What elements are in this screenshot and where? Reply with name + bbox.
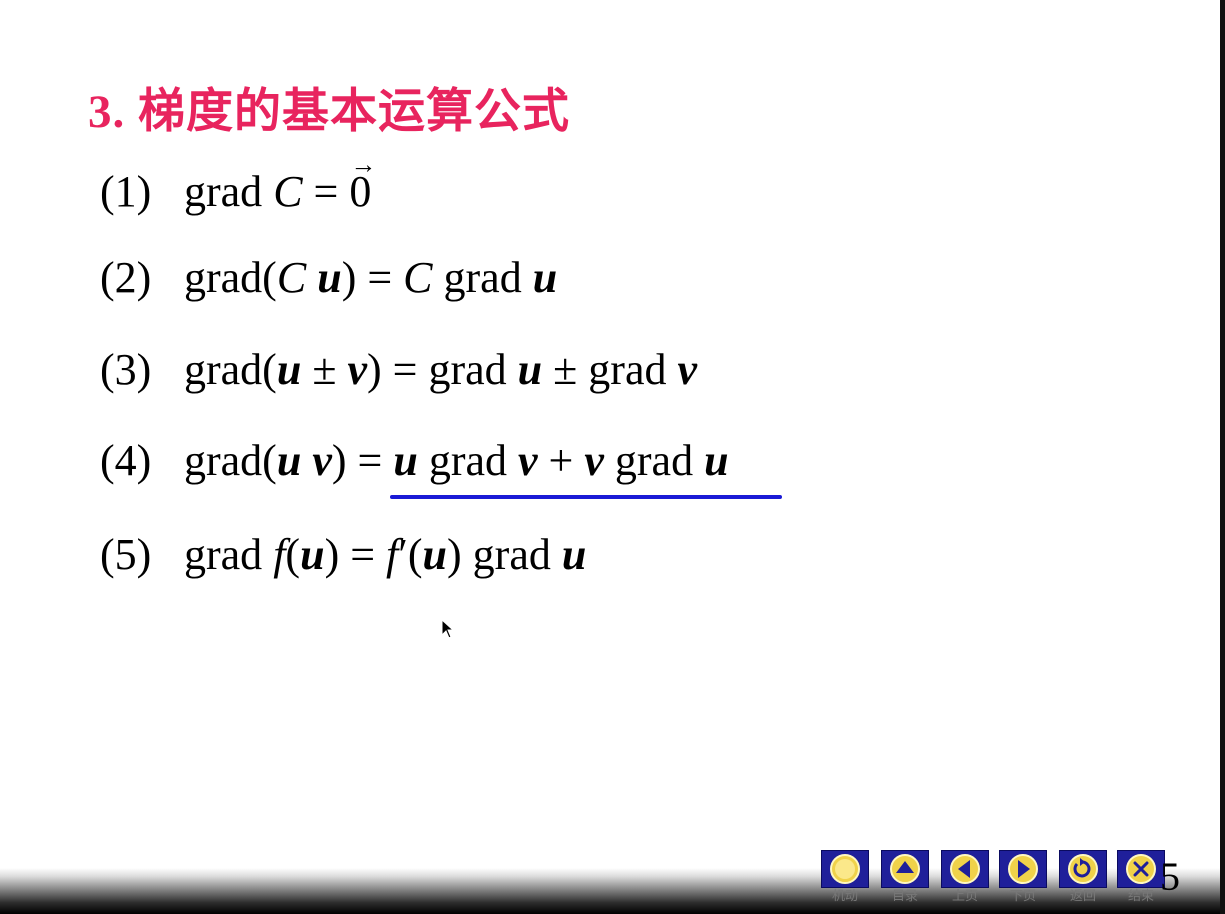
nav-button-contents[interactable]: 目录 xyxy=(880,850,930,906)
mouse-cursor-icon xyxy=(441,619,455,639)
nav-label: 目录 xyxy=(891,889,918,904)
slide: 3. 梯度的基本运算公式 (1) grad C = 0 → (2) grad(C u)… xyxy=(0,0,1225,914)
formula-1: (1) grad C = 0 → xyxy=(100,150,377,216)
nav-label: 下页 xyxy=(1009,889,1036,904)
formula-number: (5) xyxy=(100,530,152,579)
nav-label: 结束 xyxy=(1127,889,1154,904)
nav-label: 返回 xyxy=(1069,889,1096,904)
formula-5: (5) grad f(u) = f′(u) grad u xyxy=(100,530,587,579)
triangle-left-icon xyxy=(950,854,980,884)
formula-2: (2) grad(C u) = C grad u xyxy=(100,253,558,302)
formula-number: (3) xyxy=(100,345,152,394)
circle-icon xyxy=(830,854,860,884)
formula-4: (4) grad(u v) = u grad v + v grad u xyxy=(100,436,729,485)
formula-4-underline xyxy=(390,495,782,499)
return-icon xyxy=(1068,854,1098,884)
formula-number: (2) xyxy=(100,253,152,302)
nav-button-next-page[interactable]: 下页 xyxy=(998,850,1048,906)
triangle-right-icon xyxy=(1008,854,1038,884)
slide-title: 3. 梯度的基本运算公式 xyxy=(88,86,570,138)
nav-button-return[interactable]: 返回 xyxy=(1058,850,1108,906)
formula-number: (1) xyxy=(100,167,152,216)
faint-watermark xyxy=(1000,38,1180,78)
nav-label: 上页 xyxy=(951,889,978,904)
triangle-up-icon xyxy=(890,854,920,884)
window-edge xyxy=(1220,0,1225,914)
nav-button-end[interactable]: 结束 xyxy=(1116,850,1166,906)
page-number: 5 xyxy=(1160,854,1180,899)
formula-number: (4) xyxy=(100,436,152,485)
close-icon xyxy=(1126,854,1156,884)
nav-label: 机动 xyxy=(831,889,858,904)
nav-button-jidong[interactable]: 机动 xyxy=(820,850,870,906)
formula-3: (3) grad(u ± v) = grad u ± grad v xyxy=(100,345,698,394)
nav-button-prev-page[interactable]: 上页 xyxy=(940,850,990,906)
